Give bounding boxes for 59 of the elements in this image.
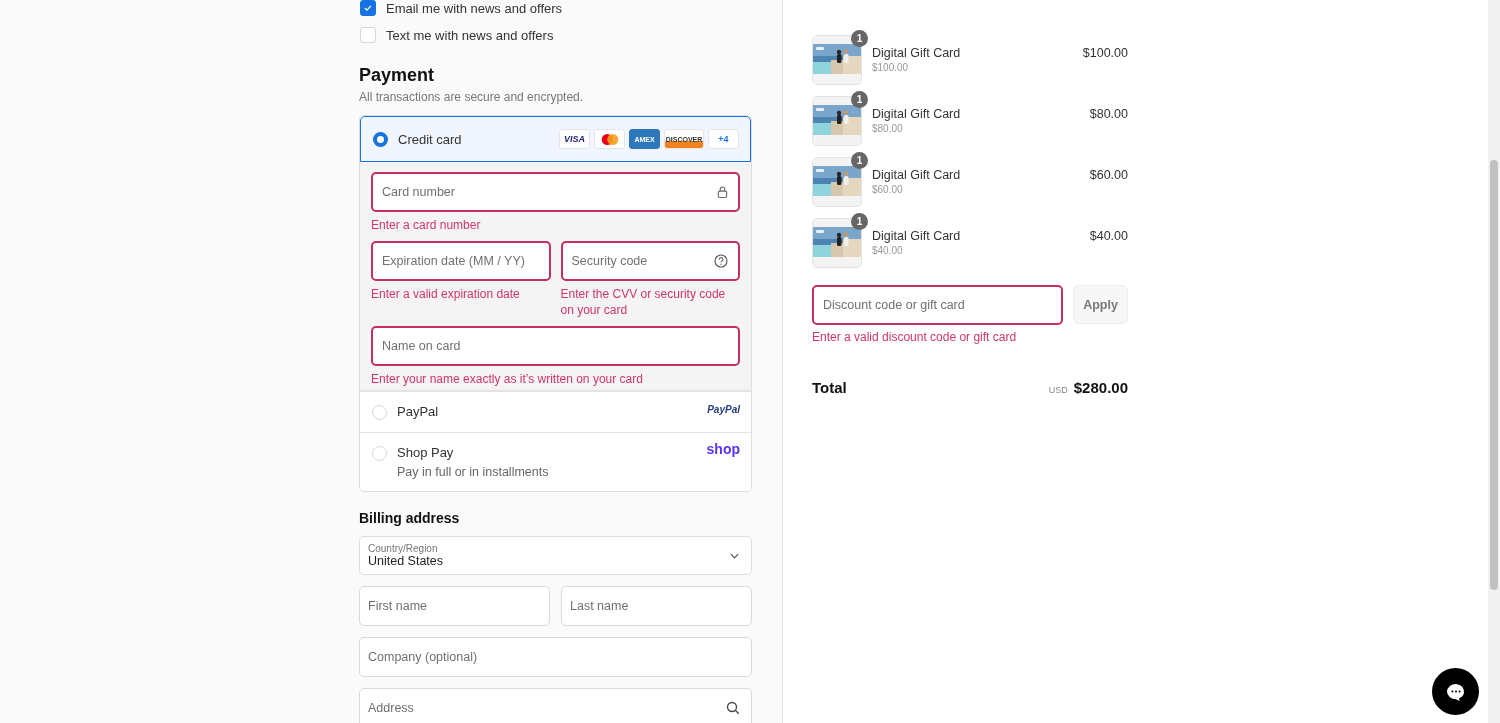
item-name: Digital Gift Card bbox=[872, 46, 962, 60]
mastercard-logo bbox=[594, 129, 625, 149]
option-label: PayPal bbox=[397, 404, 440, 419]
visa-logo: VISA bbox=[559, 129, 590, 149]
apply-button[interactable]: Apply bbox=[1073, 285, 1128, 324]
quantity-badge: 1 bbox=[851, 30, 868, 47]
option-label: Credit card bbox=[398, 131, 463, 147]
item-price: $80.00 bbox=[1089, 107, 1128, 121]
paypal-logo: PayPal bbox=[707, 404, 740, 415]
error-message: Enter a valid discount code or gift card bbox=[812, 329, 1018, 345]
item-name: Digital Gift Card bbox=[872, 168, 962, 182]
quantity-badge: 1 bbox=[851, 91, 868, 108]
quantity-badge: 1 bbox=[851, 213, 868, 230]
input-field[interactable]: Expiration date (MM / YY) bbox=[371, 241, 551, 281]
currency-code: USD bbox=[1048, 385, 1068, 395]
item-price: $100.00 bbox=[1082, 46, 1128, 60]
scrollbar[interactable] bbox=[1488, 0, 1500, 723]
error-message: Enter a valid expiration date bbox=[371, 286, 521, 302]
item-name: Digital Gift Card bbox=[872, 107, 962, 121]
item-unit-price: $40.00 bbox=[872, 245, 904, 256]
country-select[interactable]: Country/Region United States bbox=[359, 536, 752, 575]
payment-option[interactable]: Shop Pay Pay in full or in installments shop bbox=[360, 432, 751, 491]
field-value: United States bbox=[368, 554, 444, 568]
shop-pay-logo: shop bbox=[706, 441, 740, 457]
total-label: Total bbox=[812, 379, 848, 396]
checkmark-icon bbox=[363, 3, 373, 13]
item-unit-price: $80.00 bbox=[872, 123, 904, 134]
chat-bubble-icon bbox=[1445, 682, 1466, 701]
input-field[interactable]: Security code bbox=[560, 241, 740, 281]
more-brands-badge: +4 bbox=[708, 129, 739, 149]
section-subtitle: All transactions are secure and encrypted. bbox=[359, 90, 585, 104]
radio-button[interactable] bbox=[373, 132, 388, 147]
input-field[interactable]: Name on card bbox=[371, 326, 740, 366]
chat-button[interactable] bbox=[1432, 668, 1479, 715]
error-message: Enter your name exactly as it’s written on your card bbox=[371, 371, 644, 387]
checkbox[interactable] bbox=[360, 0, 376, 16]
item-unit-price: $100.00 bbox=[872, 62, 910, 73]
item-name: Digital Gift Card bbox=[872, 229, 962, 243]
discount-field[interactable]: Discount code or gift card bbox=[812, 285, 1063, 325]
section-title: Payment bbox=[359, 65, 436, 86]
item-price: $40.00 bbox=[1089, 229, 1128, 243]
chevron-down-icon bbox=[730, 552, 739, 559]
error-message: Enter a card number bbox=[371, 217, 482, 233]
total-amount: $280.00 bbox=[1073, 379, 1128, 396]
section-title: Billing address bbox=[359, 510, 461, 526]
option-note: Pay in full or in installments bbox=[397, 465, 550, 479]
checkbox-label: Email me with news and offers bbox=[386, 0, 563, 16]
checkbox-label: Text me with news and offers bbox=[386, 27, 554, 43]
lock-icon bbox=[717, 185, 728, 199]
payment-option[interactable]: PayPal PayPal bbox=[360, 391, 751, 432]
error-message: Enter the CVV or security code on your card bbox=[560, 286, 727, 318]
help-icon[interactable] bbox=[714, 254, 728, 268]
option-label: Shop Pay bbox=[397, 445, 455, 460]
field-label: Country/Region bbox=[368, 543, 439, 554]
search-icon bbox=[726, 701, 740, 715]
item-unit-price: $60.00 bbox=[872, 184, 904, 195]
input-field[interactable]: Card number bbox=[371, 172, 740, 212]
item-price: $60.00 bbox=[1089, 168, 1128, 182]
quantity-badge: 1 bbox=[851, 152, 868, 169]
